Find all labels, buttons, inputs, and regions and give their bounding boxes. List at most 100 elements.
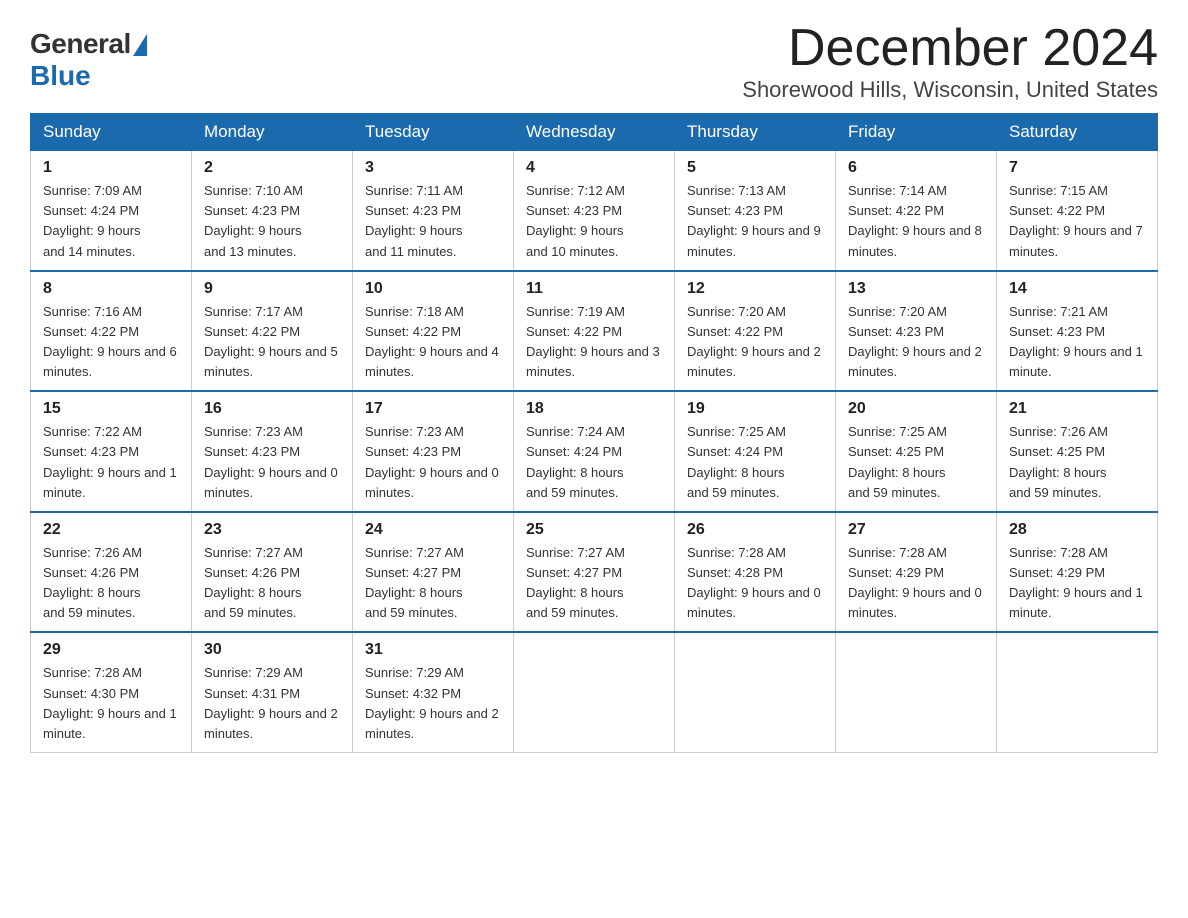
table-row: 17 Sunrise: 7:23 AM Sunset: 4:23 PM Dayl… bbox=[353, 391, 514, 512]
day-info: Sunrise: 7:28 AM Sunset: 4:29 PM Dayligh… bbox=[1009, 543, 1145, 624]
table-row: 7 Sunrise: 7:15 AM Sunset: 4:22 PM Dayli… bbox=[997, 151, 1158, 271]
day-info: Sunrise: 7:16 AM Sunset: 4:22 PM Dayligh… bbox=[43, 302, 179, 383]
title-section: December 2024 Shorewood Hills, Wisconsin… bbox=[742, 20, 1158, 103]
table-row: 27 Sunrise: 7:28 AM Sunset: 4:29 PM Dayl… bbox=[836, 512, 997, 633]
day-number: 9 bbox=[204, 280, 340, 298]
day-info: Sunrise: 7:23 AM Sunset: 4:23 PM Dayligh… bbox=[204, 422, 340, 503]
header-friday: Friday bbox=[836, 114, 997, 151]
day-info: Sunrise: 7:11 AM Sunset: 4:23 PM Dayligh… bbox=[365, 181, 501, 262]
day-info: Sunrise: 7:26 AM Sunset: 4:26 PM Dayligh… bbox=[43, 543, 179, 624]
day-number: 31 bbox=[365, 641, 501, 659]
location-text: Shorewood Hills, Wisconsin, United State… bbox=[742, 77, 1158, 103]
table-row: 11 Sunrise: 7:19 AM Sunset: 4:22 PM Dayl… bbox=[514, 271, 675, 392]
calendar-week-2: 8 Sunrise: 7:16 AM Sunset: 4:22 PM Dayli… bbox=[31, 271, 1158, 392]
table-row: 19 Sunrise: 7:25 AM Sunset: 4:24 PM Dayl… bbox=[675, 391, 836, 512]
calendar-week-3: 15 Sunrise: 7:22 AM Sunset: 4:23 PM Dayl… bbox=[31, 391, 1158, 512]
day-number: 7 bbox=[1009, 159, 1145, 177]
logo-general-text: General bbox=[30, 28, 131, 60]
day-number: 19 bbox=[687, 400, 823, 418]
day-info: Sunrise: 7:29 AM Sunset: 4:32 PM Dayligh… bbox=[365, 663, 501, 744]
day-number: 18 bbox=[526, 400, 662, 418]
day-number: 24 bbox=[365, 521, 501, 539]
day-number: 26 bbox=[687, 521, 823, 539]
day-info: Sunrise: 7:24 AM Sunset: 4:24 PM Dayligh… bbox=[526, 422, 662, 503]
day-info: Sunrise: 7:28 AM Sunset: 4:30 PM Dayligh… bbox=[43, 663, 179, 744]
calendar-week-4: 22 Sunrise: 7:26 AM Sunset: 4:26 PM Dayl… bbox=[31, 512, 1158, 633]
day-info: Sunrise: 7:15 AM Sunset: 4:22 PM Dayligh… bbox=[1009, 181, 1145, 262]
day-number: 28 bbox=[1009, 521, 1145, 539]
table-row: 14 Sunrise: 7:21 AM Sunset: 4:23 PM Dayl… bbox=[997, 271, 1158, 392]
day-number: 12 bbox=[687, 280, 823, 298]
calendar-week-1: 1 Sunrise: 7:09 AM Sunset: 4:24 PM Dayli… bbox=[31, 151, 1158, 271]
table-row: 31 Sunrise: 7:29 AM Sunset: 4:32 PM Dayl… bbox=[353, 632, 514, 752]
table-row bbox=[675, 632, 836, 752]
day-info: Sunrise: 7:27 AM Sunset: 4:27 PM Dayligh… bbox=[526, 543, 662, 624]
day-info: Sunrise: 7:28 AM Sunset: 4:29 PM Dayligh… bbox=[848, 543, 984, 624]
day-number: 3 bbox=[365, 159, 501, 177]
day-number: 21 bbox=[1009, 400, 1145, 418]
day-info: Sunrise: 7:20 AM Sunset: 4:23 PM Dayligh… bbox=[848, 302, 984, 383]
day-number: 25 bbox=[526, 521, 662, 539]
day-number: 29 bbox=[43, 641, 179, 659]
table-row bbox=[836, 632, 997, 752]
table-row: 20 Sunrise: 7:25 AM Sunset: 4:25 PM Dayl… bbox=[836, 391, 997, 512]
day-number: 5 bbox=[687, 159, 823, 177]
day-info: Sunrise: 7:25 AM Sunset: 4:24 PM Dayligh… bbox=[687, 422, 823, 503]
day-info: Sunrise: 7:28 AM Sunset: 4:28 PM Dayligh… bbox=[687, 543, 823, 624]
day-info: Sunrise: 7:22 AM Sunset: 4:23 PM Dayligh… bbox=[43, 422, 179, 503]
day-info: Sunrise: 7:17 AM Sunset: 4:22 PM Dayligh… bbox=[204, 302, 340, 383]
day-number: 1 bbox=[43, 159, 179, 177]
table-row: 3 Sunrise: 7:11 AM Sunset: 4:23 PM Dayli… bbox=[353, 151, 514, 271]
header-saturday: Saturday bbox=[997, 114, 1158, 151]
day-number: 16 bbox=[204, 400, 340, 418]
table-row: 12 Sunrise: 7:20 AM Sunset: 4:22 PM Dayl… bbox=[675, 271, 836, 392]
header-sunday: Sunday bbox=[31, 114, 192, 151]
calendar-header-row: Sunday Monday Tuesday Wednesday Thursday… bbox=[31, 114, 1158, 151]
table-row: 13 Sunrise: 7:20 AM Sunset: 4:23 PM Dayl… bbox=[836, 271, 997, 392]
table-row: 6 Sunrise: 7:14 AM Sunset: 4:22 PM Dayli… bbox=[836, 151, 997, 271]
calendar-week-5: 29 Sunrise: 7:28 AM Sunset: 4:30 PM Dayl… bbox=[31, 632, 1158, 752]
day-info: Sunrise: 7:09 AM Sunset: 4:24 PM Dayligh… bbox=[43, 181, 179, 262]
table-row: 29 Sunrise: 7:28 AM Sunset: 4:30 PM Dayl… bbox=[31, 632, 192, 752]
day-info: Sunrise: 7:19 AM Sunset: 4:22 PM Dayligh… bbox=[526, 302, 662, 383]
month-title: December 2024 bbox=[742, 20, 1158, 77]
logo: General Blue bbox=[30, 20, 147, 92]
day-info: Sunrise: 7:27 AM Sunset: 4:27 PM Dayligh… bbox=[365, 543, 501, 624]
table-row: 24 Sunrise: 7:27 AM Sunset: 4:27 PM Dayl… bbox=[353, 512, 514, 633]
day-info: Sunrise: 7:25 AM Sunset: 4:25 PM Dayligh… bbox=[848, 422, 984, 503]
table-row: 4 Sunrise: 7:12 AM Sunset: 4:23 PM Dayli… bbox=[514, 151, 675, 271]
header-tuesday: Tuesday bbox=[353, 114, 514, 151]
table-row bbox=[514, 632, 675, 752]
day-info: Sunrise: 7:12 AM Sunset: 4:23 PM Dayligh… bbox=[526, 181, 662, 262]
table-row: 22 Sunrise: 7:26 AM Sunset: 4:26 PM Dayl… bbox=[31, 512, 192, 633]
table-row: 9 Sunrise: 7:17 AM Sunset: 4:22 PM Dayli… bbox=[192, 271, 353, 392]
day-number: 27 bbox=[848, 521, 984, 539]
day-info: Sunrise: 7:29 AM Sunset: 4:31 PM Dayligh… bbox=[204, 663, 340, 744]
table-row: 1 Sunrise: 7:09 AM Sunset: 4:24 PM Dayli… bbox=[31, 151, 192, 271]
day-info: Sunrise: 7:21 AM Sunset: 4:23 PM Dayligh… bbox=[1009, 302, 1145, 383]
page-header: General Blue December 2024 Shorewood Hil… bbox=[30, 20, 1158, 103]
day-number: 30 bbox=[204, 641, 340, 659]
table-row: 5 Sunrise: 7:13 AM Sunset: 4:23 PM Dayli… bbox=[675, 151, 836, 271]
day-number: 11 bbox=[526, 280, 662, 298]
day-number: 6 bbox=[848, 159, 984, 177]
table-row: 8 Sunrise: 7:16 AM Sunset: 4:22 PM Dayli… bbox=[31, 271, 192, 392]
logo-blue-text: Blue bbox=[30, 60, 91, 92]
day-info: Sunrise: 7:20 AM Sunset: 4:22 PM Dayligh… bbox=[687, 302, 823, 383]
table-row: 30 Sunrise: 7:29 AM Sunset: 4:31 PM Dayl… bbox=[192, 632, 353, 752]
day-number: 4 bbox=[526, 159, 662, 177]
header-thursday: Thursday bbox=[675, 114, 836, 151]
table-row: 21 Sunrise: 7:26 AM Sunset: 4:25 PM Dayl… bbox=[997, 391, 1158, 512]
day-number: 10 bbox=[365, 280, 501, 298]
day-info: Sunrise: 7:14 AM Sunset: 4:22 PM Dayligh… bbox=[848, 181, 984, 262]
calendar-table: Sunday Monday Tuesday Wednesday Thursday… bbox=[30, 113, 1158, 753]
table-row: 10 Sunrise: 7:18 AM Sunset: 4:22 PM Dayl… bbox=[353, 271, 514, 392]
table-row: 28 Sunrise: 7:28 AM Sunset: 4:29 PM Dayl… bbox=[997, 512, 1158, 633]
day-number: 20 bbox=[848, 400, 984, 418]
day-number: 22 bbox=[43, 521, 179, 539]
table-row: 26 Sunrise: 7:28 AM Sunset: 4:28 PM Dayl… bbox=[675, 512, 836, 633]
table-row: 16 Sunrise: 7:23 AM Sunset: 4:23 PM Dayl… bbox=[192, 391, 353, 512]
logo-triangle-icon bbox=[133, 34, 147, 56]
header-monday: Monday bbox=[192, 114, 353, 151]
day-info: Sunrise: 7:18 AM Sunset: 4:22 PM Dayligh… bbox=[365, 302, 501, 383]
